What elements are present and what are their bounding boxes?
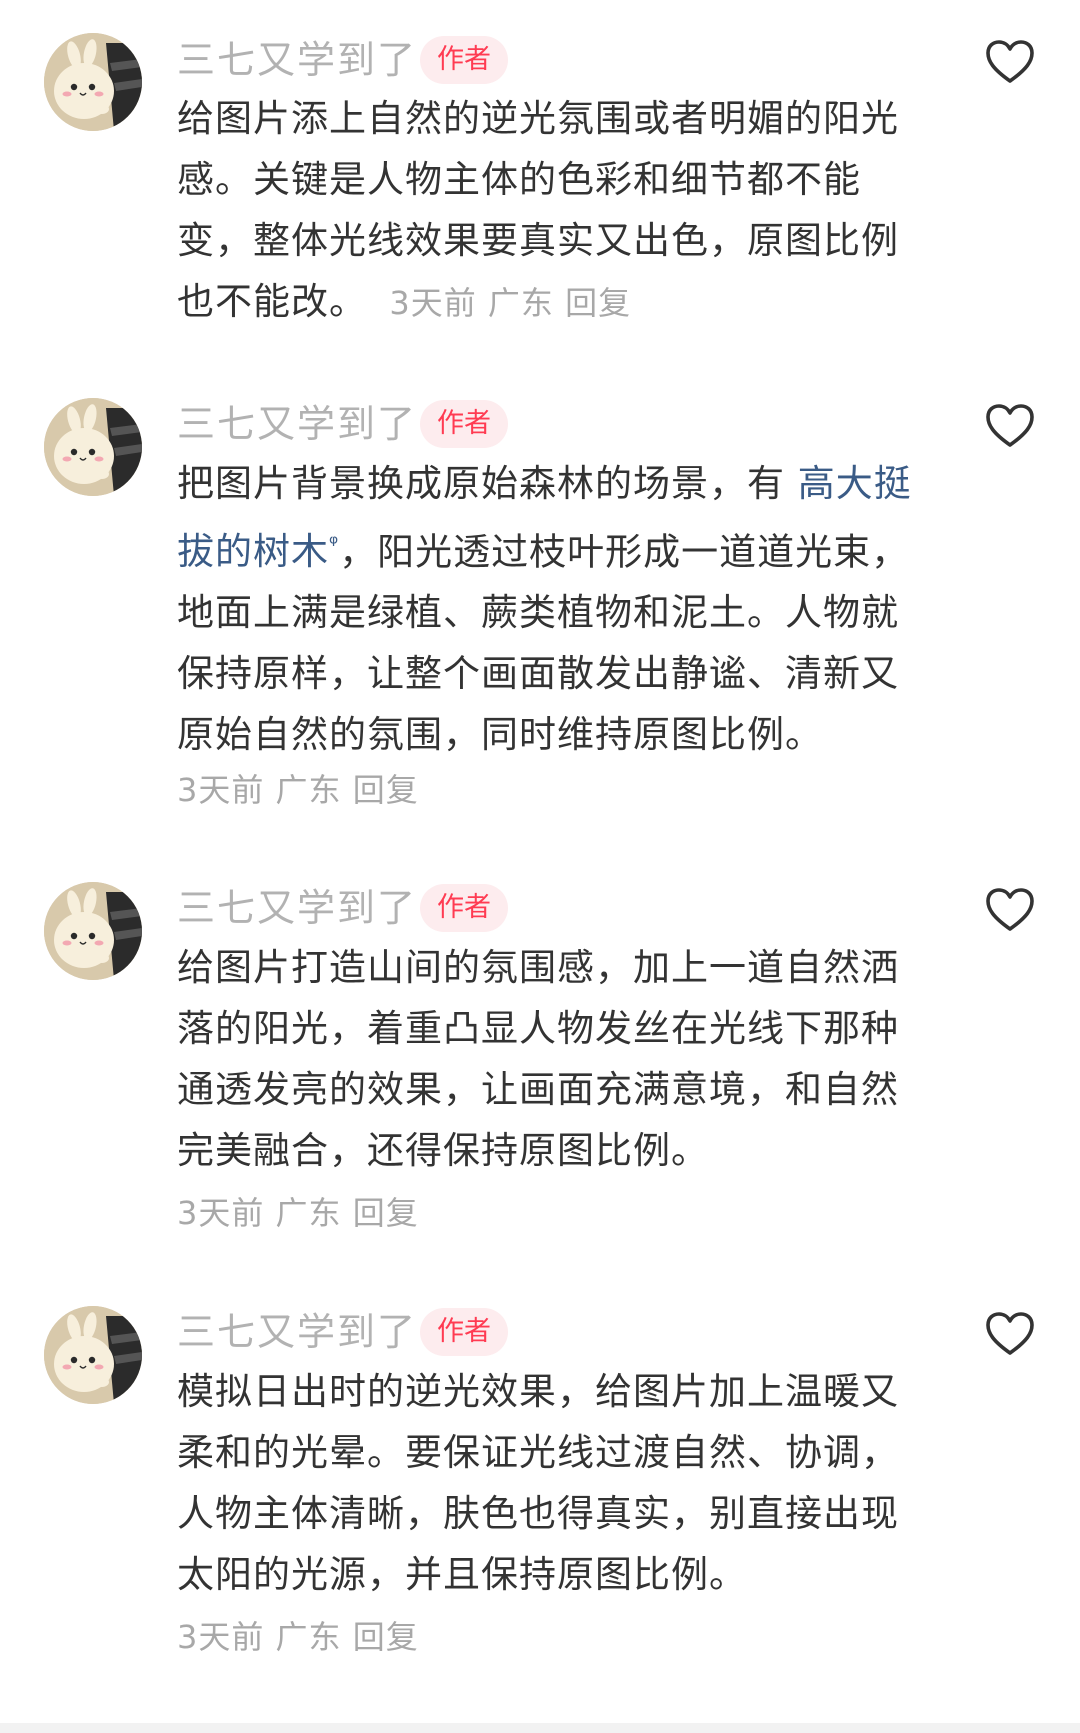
search-icon: ᵠ bbox=[329, 532, 340, 557]
comment-meta: 3天前 广东 回复 bbox=[177, 1193, 419, 1233]
author-badge: 作者 bbox=[420, 884, 508, 932]
heart-outline-icon bbox=[985, 39, 1035, 85]
reply-button[interactable]: 回复 bbox=[353, 771, 419, 809]
bottom-divider bbox=[0, 1723, 1080, 1733]
comment-text: 把图片背景换成原始森林的场景，有 高大挺拔的树木ᵠ，阳光透过枝叶形成一道道光束，… bbox=[177, 453, 917, 765]
comment-location: 广东 bbox=[275, 771, 342, 809]
comment-content: 模拟日出时的逆光效果，给图片加上温暖又柔和的光晕。要保证光线过渡自然、协调，人物… bbox=[177, 1370, 899, 1596]
reply-button[interactable]: 回复 bbox=[353, 1618, 419, 1656]
avatar[interactable] bbox=[44, 1306, 142, 1404]
comment-meta: 3天前 广东 回复 bbox=[177, 770, 419, 810]
comment-location: 广东 bbox=[275, 1194, 342, 1232]
username[interactable]: 三七又学到了 bbox=[177, 36, 417, 84]
heart-outline-icon bbox=[985, 887, 1035, 933]
username[interactable]: 三七又学到了 bbox=[177, 1308, 417, 1356]
like-button[interactable] bbox=[985, 403, 1035, 449]
like-button[interactable] bbox=[985, 887, 1035, 933]
comment-content: 给图片打造山间的氛围感，加上一道自然洒落的阳光，着重凸显人物发丝在光线下那种通透… bbox=[177, 946, 899, 1172]
reply-button[interactable]: 回复 bbox=[565, 284, 631, 322]
comment-time: 3天前 bbox=[177, 771, 265, 809]
heart-outline-icon bbox=[985, 1311, 1035, 1357]
author-badge: 作者 bbox=[420, 36, 508, 84]
comment-text: 给图片添上自然的逆光氛围或者明媚的阳光感。关键是人物主体的色彩和细节都不能变，整… bbox=[177, 88, 917, 334]
comment-text: 模拟日出时的逆光效果，给图片加上温暖又柔和的光晕。要保证光线过渡自然、协调，人物… bbox=[177, 1361, 917, 1605]
comment-content-before: 把图片背景换成原始森林的场景，有 bbox=[177, 462, 798, 505]
comment-location: 广东 bbox=[275, 1618, 342, 1656]
bunny-avatar-icon bbox=[44, 1306, 142, 1404]
reply-button[interactable]: 回复 bbox=[353, 1194, 419, 1232]
comment-location: 广东 bbox=[487, 284, 554, 322]
avatar[interactable] bbox=[44, 398, 142, 496]
like-button[interactable] bbox=[985, 1311, 1035, 1357]
comment-text: 给图片打造山间的氛围感，加上一道自然洒落的阳光，着重凸显人物发丝在光线下那种通透… bbox=[177, 937, 917, 1181]
comment-meta: 3天前 广东 回复 bbox=[177, 1617, 419, 1657]
author-badge: 作者 bbox=[420, 1308, 508, 1356]
avatar[interactable] bbox=[44, 33, 142, 131]
comment-time: 3天前 bbox=[177, 1618, 265, 1656]
avatar[interactable] bbox=[44, 882, 142, 980]
author-badge: 作者 bbox=[420, 400, 508, 448]
bunny-avatar-icon bbox=[44, 33, 142, 131]
like-button[interactable] bbox=[985, 39, 1035, 85]
bunny-avatar-icon bbox=[44, 882, 142, 980]
bunny-avatar-icon bbox=[44, 398, 142, 496]
username[interactable]: 三七又学到了 bbox=[177, 884, 417, 932]
username[interactable]: 三七又学到了 bbox=[177, 400, 417, 448]
comment-meta: 3天前 广东 回复 bbox=[367, 284, 631, 322]
comment-time: 3天前 bbox=[177, 1194, 265, 1232]
heart-outline-icon bbox=[985, 403, 1035, 449]
comment-time: 3天前 bbox=[389, 284, 477, 322]
